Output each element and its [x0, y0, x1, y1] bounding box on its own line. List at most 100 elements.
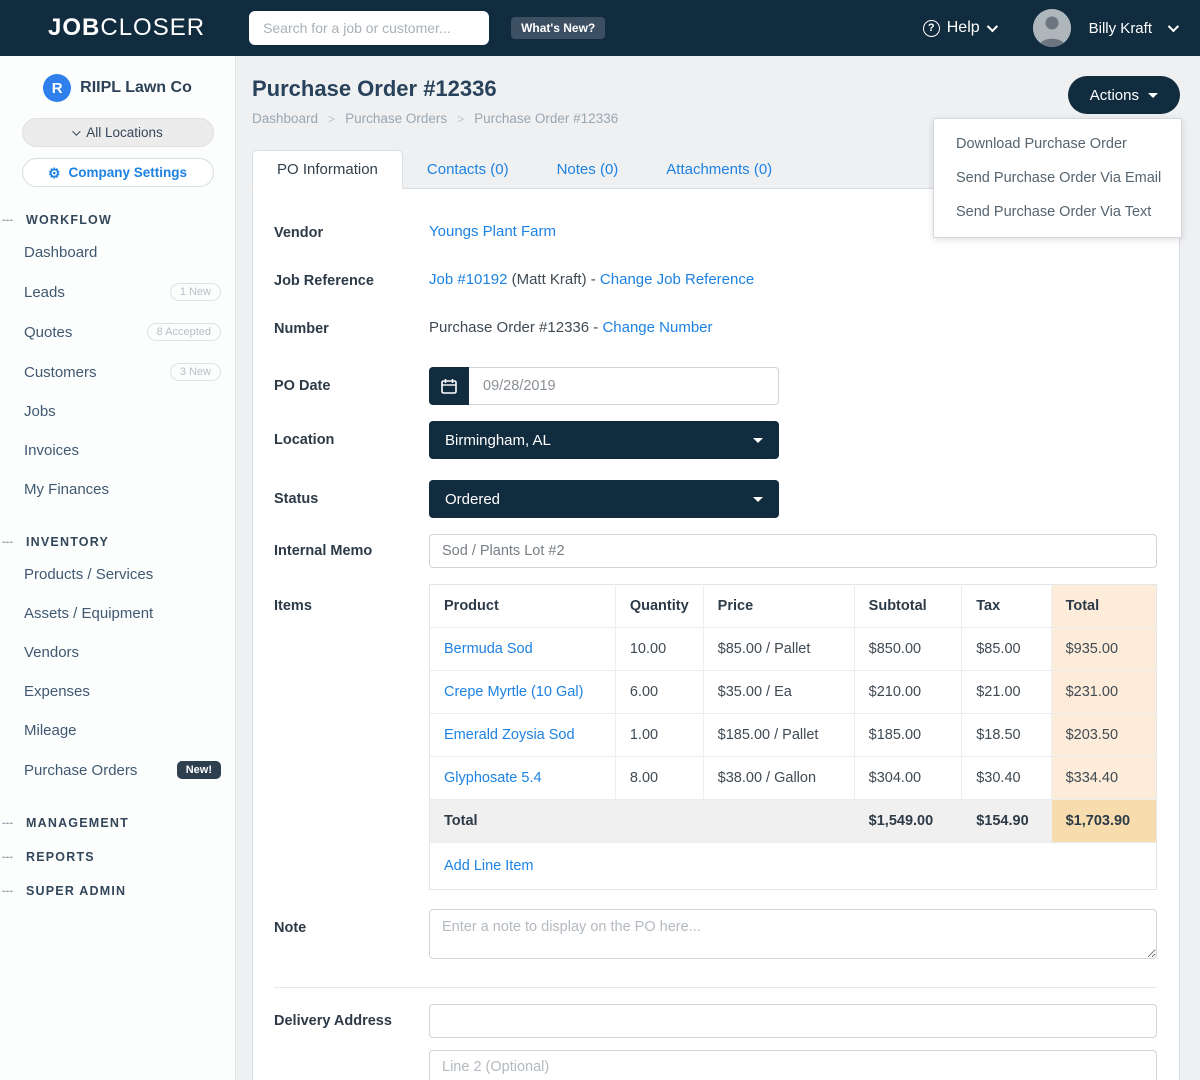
breadcrumb-dashboard[interactable]: Dashboard	[252, 111, 318, 126]
column-header-subtotal: Subtotal	[854, 585, 962, 628]
user-name[interactable]: Billy Kraft	[1089, 20, 1152, 37]
sidebar-header-workflow[interactable]: --- WORKFLOW	[0, 213, 235, 227]
chevron-down-icon[interactable]	[1168, 21, 1179, 32]
menu-item-send-po-via-text[interactable]: Send Purchase Order Via Text	[934, 195, 1181, 229]
help-icon: ?	[923, 20, 940, 37]
whats-new-button[interactable]: What's New?	[511, 17, 605, 39]
sidebar-item-expenses[interactable]: Expenses	[0, 672, 235, 711]
sidebar-item-label: My Finances	[24, 481, 109, 498]
section-divider	[274, 987, 1157, 988]
company-settings-button[interactable]: ⚙ Company Settings	[22, 158, 214, 187]
sidebar-item-label: Jobs	[24, 403, 56, 420]
user-avatar[interactable]	[1033, 9, 1071, 47]
sidebar-item-leads[interactable]: Leads1 New	[0, 272, 235, 312]
delivery-address-line2-spacer	[274, 1050, 429, 1080]
chevron-down-icon	[986, 21, 997, 32]
location-dropdown[interactable]: Birmingham, AL	[429, 421, 779, 459]
sidebar-item-invoices[interactable]: Invoices	[0, 431, 235, 470]
change-job-reference-link[interactable]: Change Job Reference	[600, 271, 754, 288]
dashes-icon: ---	[2, 851, 26, 863]
sidebar-item-dashboard[interactable]: Dashboard	[0, 233, 235, 272]
tab-attachments[interactable]: Attachments (0)	[642, 151, 796, 188]
sidebar-header-super-admin[interactable]: --- SUPER ADMIN	[0, 884, 235, 898]
actions-button-label: Actions	[1090, 87, 1139, 104]
logo-light: CLOSER	[100, 14, 205, 41]
sidebar-item-purchase-orders[interactable]: Purchase OrdersNew!	[0, 750, 235, 790]
help-menu[interactable]: ? Help	[923, 19, 995, 37]
total-tax-cell: $154.90	[962, 800, 1051, 843]
menu-item-download-purchase-order[interactable]: Download Purchase Order	[934, 127, 1181, 161]
vendor-link[interactable]: Youngs Plant Farm	[429, 223, 556, 240]
change-number-link[interactable]: Change Number	[602, 319, 712, 336]
status-label: Status	[274, 480, 429, 518]
sidebar-item-label: Expenses	[24, 683, 90, 700]
delivery-address-line1-input[interactable]	[429, 1004, 1157, 1038]
main-content: Purchase Order #12336 Dashboard > Purcha…	[236, 56, 1200, 1080]
sidebar-item-label: Vendors	[24, 644, 79, 661]
dashes-icon: ---	[2, 536, 26, 548]
breadcrumb-purchase-orders[interactable]: Purchase Orders	[345, 111, 447, 126]
tab-notes[interactable]: Notes (0)	[533, 151, 643, 188]
vendor-label: Vendor	[274, 223, 429, 241]
sidebar-item-mileage[interactable]: Mileage	[0, 711, 235, 750]
sidebar-item-jobs[interactable]: Jobs	[0, 392, 235, 431]
calendar-button[interactable]	[429, 367, 469, 405]
po-information-panel: Vendor Youngs Plant Farm Job Reference J…	[252, 188, 1180, 1080]
column-header-tax: Tax	[962, 585, 1051, 628]
price-cell: $35.00 / Ea	[703, 671, 854, 714]
note-textarea[interactable]	[429, 909, 1157, 959]
price-cell: $85.00 / Pallet	[703, 628, 854, 671]
sidebar-item-assets-equipment[interactable]: Assets / Equipment	[0, 594, 235, 633]
product-link[interactable]: Bermuda Sod	[444, 641, 533, 657]
sidebar-item-products-services[interactable]: Products / Services	[0, 555, 235, 594]
sidebar-header-management[interactable]: --- MANAGEMENT	[0, 816, 235, 830]
internal-memo-input[interactable]	[429, 534, 1157, 568]
job-link[interactable]: Job #10192	[429, 271, 507, 288]
add-line-item-row: Add Line Item	[430, 843, 1157, 890]
sidebar-section-reports: --- REPORTS	[0, 850, 235, 864]
number-label: Number	[274, 319, 429, 337]
search-input[interactable]	[249, 11, 489, 45]
all-locations-label: All Locations	[86, 125, 163, 140]
tab-po-information[interactable]: PO Information	[252, 150, 403, 189]
sidebar-header-inventory[interactable]: --- INVENTORY	[0, 535, 235, 549]
sidebar-header-label: REPORTS	[26, 850, 95, 864]
menu-item-send-po-via-email[interactable]: Send Purchase Order Via Email	[934, 161, 1181, 195]
sidebar-item-my-finances[interactable]: My Finances	[0, 470, 235, 509]
sidebar: R RIIPL Lawn Co All Locations ⚙ Company …	[0, 56, 236, 1080]
location-label: Location	[274, 421, 429, 459]
product-link[interactable]: Crepe Myrtle (10 Gal)	[444, 684, 583, 700]
sidebar-item-vendors[interactable]: Vendors	[0, 633, 235, 672]
sidebar-item-quotes[interactable]: Quotes8 Accepted	[0, 312, 235, 352]
logo-bold: JOB	[48, 14, 100, 41]
add-line-item-link[interactable]: Add Line Item	[444, 858, 533, 874]
status-dropdown[interactable]: Ordered	[429, 480, 779, 518]
company-settings-label: Company Settings	[69, 165, 188, 180]
product-link[interactable]: Glyphosate 5.4	[444, 770, 542, 786]
column-header-price: Price	[703, 585, 854, 628]
total-cell: $231.00	[1051, 671, 1156, 714]
total-cell: $203.50	[1051, 714, 1156, 757]
po-date-input[interactable]	[469, 367, 779, 405]
all-locations-button[interactable]: All Locations	[22, 118, 214, 147]
internal-memo-row: Internal Memo	[274, 534, 1157, 568]
sidebar-item-customers[interactable]: Customers3 New	[0, 352, 235, 392]
actions-dropdown-menu: Download Purchase Order Send Purchase Or…	[933, 118, 1182, 238]
sidebar-item-label: Purchase Orders	[24, 762, 137, 779]
user-photo-placeholder	[1033, 9, 1071, 47]
actions-button[interactable]: Actions	[1068, 76, 1180, 114]
tab-contacts[interactable]: Contacts (0)	[403, 151, 533, 188]
delivery-address-line2-input[interactable]	[429, 1050, 1157, 1080]
quantity-cell: 10.00	[615, 628, 703, 671]
tax-cell: $30.40	[962, 757, 1051, 800]
help-label: Help	[947, 19, 980, 37]
table-row: Emerald Zoysia Sod 1.00 $185.00 / Pallet…	[430, 714, 1157, 757]
tax-cell: $18.50	[962, 714, 1051, 757]
dashes-icon: ---	[2, 817, 26, 829]
sidebar-section-workflow: --- WORKFLOW Dashboard Leads1 New Quotes…	[0, 213, 235, 509]
note-label: Note	[274, 909, 429, 963]
job-reference-row: Job Reference Job #10192 (Matt Kraft) - …	[274, 271, 1157, 289]
product-link[interactable]: Emerald Zoysia Sod	[444, 727, 575, 743]
sidebar-header-reports[interactable]: --- REPORTS	[0, 850, 235, 864]
column-header-total: Total	[1051, 585, 1156, 628]
